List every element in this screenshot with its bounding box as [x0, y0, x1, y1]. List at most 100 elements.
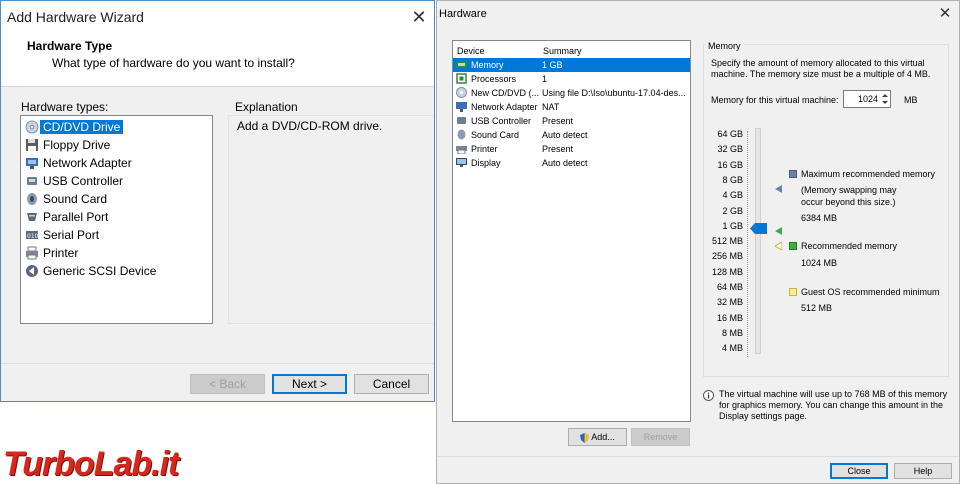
scale-label: 64 MB	[716, 282, 743, 292]
list-item-generic-scsi-device[interactable]: Generic SCSI Device	[25, 262, 156, 280]
scale-label: 64 GB	[717, 129, 743, 139]
memory-icon	[456, 59, 467, 70]
memory-slider-thumb[interactable]	[750, 221, 767, 234]
scale-label: 1 GB	[722, 220, 743, 231]
max-recommended-note-1: (Memory swapping may	[801, 185, 897, 195]
hardware-types-label: Hardware types:	[21, 100, 109, 114]
device-row-processors[interactable]: Processors 1	[453, 72, 690, 86]
column-header-summary[interactable]: Summary	[543, 46, 582, 56]
scale-label: 8 GB	[722, 174, 743, 185]
printer-icon	[456, 143, 467, 155]
list-item-parallel-port[interactable]: Parallel Port	[25, 208, 108, 226]
close-icon[interactable]: ✕	[405, 5, 433, 29]
device-row-memory[interactable]: Memory 1 GB	[453, 58, 690, 72]
close-button[interactable]: Close	[830, 463, 888, 479]
step-subtitle: What type of hardware do you want to ins…	[52, 56, 295, 70]
remove-button[interactable]: Remove	[631, 428, 690, 446]
memory-description-line-1: Specify the amount of memory allocated t…	[711, 58, 925, 68]
processor-icon	[456, 73, 467, 84]
explanation-panel: Add a DVD/CD-ROM drive.	[228, 115, 434, 324]
help-button[interactable]: Help	[894, 463, 952, 479]
max-recommended-swatch	[789, 170, 797, 178]
list-item-floppy-drive[interactable]: Floppy Drive	[25, 136, 110, 154]
floppy-icon	[25, 138, 39, 152]
guest-minimum-label: Guest OS recommended minimum	[801, 287, 940, 297]
next-button[interactable]: Next >	[272, 374, 347, 394]
step-title: Hardware Type	[27, 39, 113, 53]
recommended-value: 1024 MB	[801, 258, 838, 268]
scale-label: 16 GB	[717, 159, 743, 170]
cd-dvd-icon	[456, 87, 467, 98]
display-icon	[456, 157, 467, 168]
list-item-sound-card[interactable]: Sound Card	[25, 190, 107, 208]
scale-label: 512 MB	[711, 236, 743, 247]
recommended-label: Recommended memory	[801, 241, 898, 251]
dialog-title: Hardware	[439, 8, 487, 20]
explanation-text: Add a DVD/CD-ROM drive.	[237, 119, 383, 133]
max-recommended-note-2: occur beyond this size.)	[801, 197, 896, 207]
scale-label: 2 GB	[722, 205, 743, 216]
memory-unit: MB	[904, 95, 918, 105]
cd-dvd-icon	[25, 120, 39, 134]
list-item-usb-controller[interactable]: USB Controller	[25, 172, 123, 190]
guest-minimum-swatch	[789, 288, 797, 296]
device-row-network-adapter[interactable]: Network Adapter NAT	[453, 100, 690, 114]
hardware-types-list[interactable]: CD/DVD Drive Floppy Drive Network Adapte…	[20, 115, 213, 324]
title-bar: Add Hardware Wizard ✕	[1, 1, 434, 32]
scsi-icon	[25, 264, 39, 278]
memory-field-label: Memory for this virtual machine:	[711, 95, 839, 105]
add-hardware-wizard-dialog: Add Hardware Wizard ✕ Hardware Type What…	[0, 0, 435, 402]
memory-group-label: Memory	[705, 41, 744, 51]
usb-icon	[456, 115, 467, 126]
back-button[interactable]: < Back	[190, 374, 265, 394]
memory-slider-track[interactable]	[755, 128, 761, 354]
svg-text:010: 010	[27, 233, 39, 240]
scale-label: 4 GB	[722, 190, 743, 201]
turbolab-watermark: TurboLab.it	[3, 445, 179, 483]
memory-description-line-2: machine. The memory size must be a multi…	[711, 69, 931, 79]
list-item-serial-port[interactable]: 010 Serial Port	[25, 226, 99, 244]
scale-label: 32 MB	[716, 297, 743, 308]
graphics-memory-info-line-2: for graphics memory. You can change this…	[719, 400, 943, 410]
guest-minimum-marker	[773, 237, 783, 255]
divider	[437, 456, 959, 457]
max-recommended-value: 6384 MB	[801, 213, 838, 223]
scale-label: 4 MB	[721, 343, 743, 354]
explanation-label: Explanation	[235, 100, 298, 114]
dialog-title: Add Hardware Wizard	[7, 9, 144, 25]
memory-scale-labels: 64 GB 32 GB 16 GB 8 GB 4 GB 2 GB 1 GB 51…	[701, 129, 743, 359]
add-button[interactable]: Add...	[568, 428, 627, 446]
recommended-swatch	[789, 242, 797, 250]
max-recommended-label: Maximum recommended memory	[801, 169, 936, 179]
device-list[interactable]: Device Summary Memory 1 GB Processors 1 …	[452, 40, 691, 422]
close-icon[interactable]: ✕	[933, 3, 957, 25]
list-item-printer[interactable]: Printer	[25, 244, 78, 262]
shield-icon	[580, 432, 590, 443]
max-recommended-marker	[775, 180, 782, 198]
device-row-sound-card[interactable]: Sound Card Auto detect	[453, 128, 690, 142]
column-header-device[interactable]: Device	[457, 46, 485, 56]
scale-label: 256 MB	[711, 251, 743, 262]
device-row-printer[interactable]: Printer Present	[453, 142, 690, 156]
speaker-icon	[456, 129, 467, 140]
serial-port-icon: 010	[25, 228, 39, 242]
scale-label: 128 MB	[711, 266, 743, 277]
device-row-display[interactable]: Display Auto detect	[453, 156, 690, 170]
cancel-button[interactable]: Cancel	[354, 374, 429, 394]
scale-label: 8 MB	[721, 327, 743, 338]
info-icon	[703, 388, 714, 406]
list-item-cd-dvd-drive[interactable]: CD/DVD Drive	[25, 118, 124, 136]
scale-label: 16 MB	[716, 312, 743, 323]
usb-icon	[25, 174, 39, 188]
guest-minimum-value: 512 MB	[801, 303, 833, 313]
scale-ticks	[743, 131, 748, 357]
graphics-memory-info-line-1: The virtual machine will use up to 768 M…	[719, 389, 948, 399]
divider	[1, 363, 434, 364]
device-row-cd-dvd[interactable]: New CD/DVD (... Using file D:\Iso\ubuntu…	[453, 86, 690, 100]
hardware-dialog: Hardware ✕ Device Summary Memory 1 GB Pr…	[436, 0, 960, 484]
parallel-port-icon	[25, 210, 39, 224]
device-row-usb-controller[interactable]: USB Controller Present	[453, 114, 690, 128]
list-item-network-adapter[interactable]: Network Adapter	[25, 154, 132, 172]
scale-label: 32 GB	[717, 144, 743, 155]
memory-spinner[interactable]	[880, 91, 890, 107]
